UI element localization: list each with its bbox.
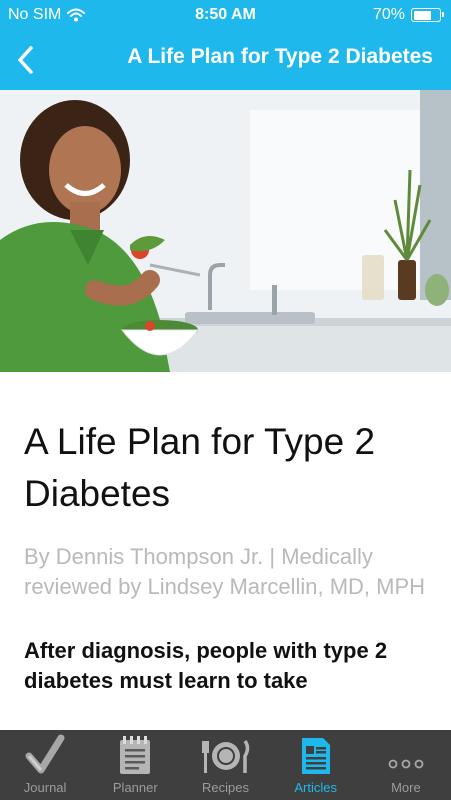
journal-check-icon: [25, 730, 65, 780]
tab-label-planner: Planner: [112, 780, 158, 795]
article-content: A Life Plan for Type 2 Diabetes By Denni…: [0, 372, 451, 730]
tab-label-more: More: [391, 780, 421, 795]
hero-illustration: [0, 90, 451, 372]
tab-planner[interactable]: Planner: [90, 730, 180, 800]
article-byline: By Dennis Thompson Jr. | Medically revie…: [24, 544, 426, 599]
tab-articles[interactable]: Articles: [271, 730, 361, 800]
status-bar: No SIM 8:50 AM 70%: [0, 0, 451, 30]
tab-more[interactable]: More: [361, 730, 451, 800]
tab-journal[interactable]: Journal: [0, 730, 90, 800]
nav-bar: A Life Plan for Type 2 Diabetes: [0, 30, 451, 90]
status-right: 70%: [372, 6, 444, 24]
tab-label-journal: Journal: [23, 780, 67, 795]
article-title: A Life Plan for Type 2 Diabetes: [24, 421, 376, 514]
articles-document-icon: [299, 730, 333, 780]
plate-utensils-icon: [201, 730, 251, 780]
back-button[interactable]: [8, 40, 44, 80]
tab-bar: Journal Planner Recipes Articles More: [0, 730, 451, 800]
battery-percent: 70%: [372, 6, 405, 23]
article-lead: After diagnosis, people with type 2 diab…: [24, 638, 388, 693]
tab-recipes[interactable]: Recipes: [180, 730, 270, 800]
tab-label-articles: Articles: [294, 780, 338, 795]
more-dots-icon: [386, 730, 426, 780]
planner-notepad-icon: [118, 730, 152, 780]
hero-image: [0, 90, 451, 372]
tab-label-recipes: Recipes: [202, 780, 249, 795]
battery-fill: [413, 10, 431, 20]
battery-icon: [411, 8, 444, 22]
chevron-left-icon: [18, 46, 33, 74]
nav-title: A Life Plan for Type 2 Diabetes: [127, 45, 433, 68]
